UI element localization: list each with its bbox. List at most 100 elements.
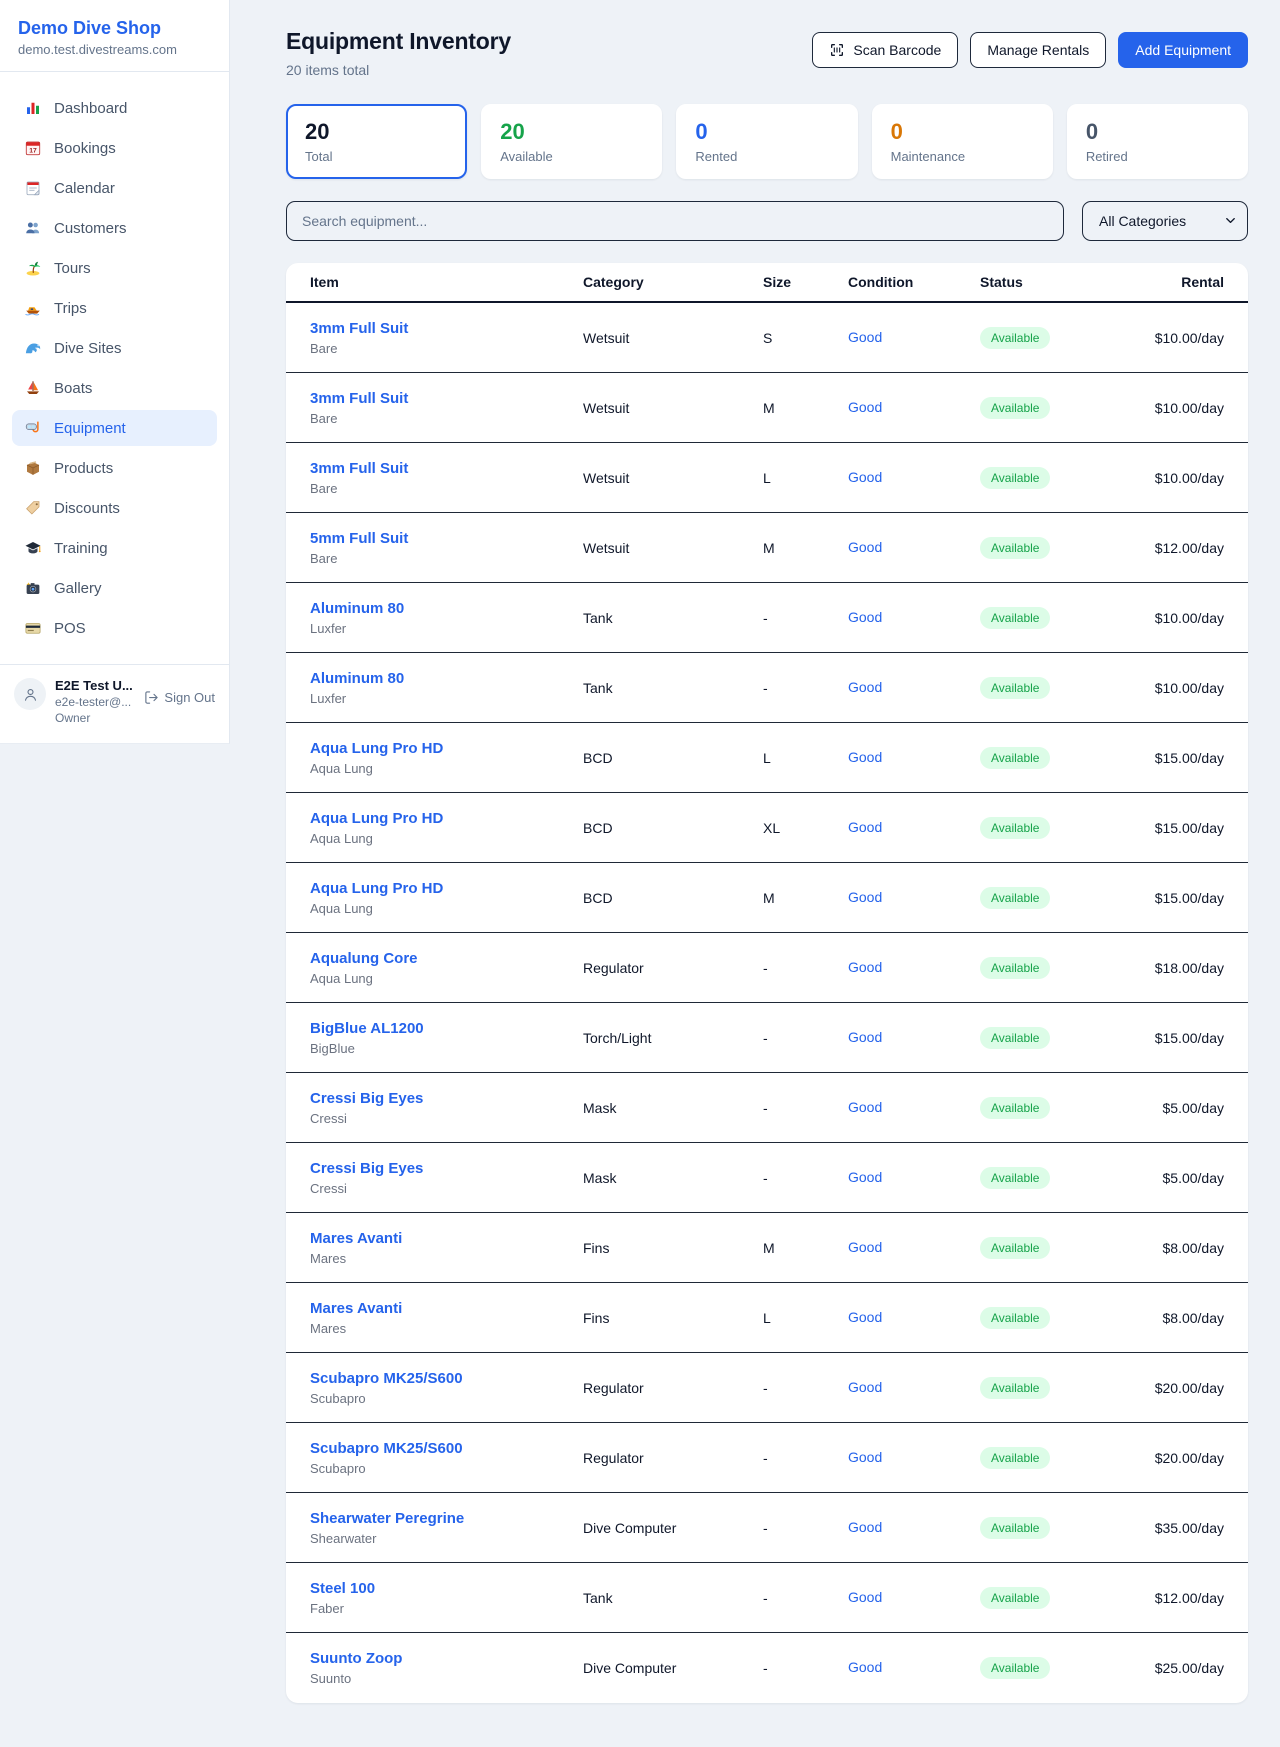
main-content: Equipment Inventory 20 items total Scan … — [230, 0, 1280, 1747]
condition-link[interactable]: Good — [848, 399, 882, 415]
sidebar-item-gallery[interactable]: Gallery — [12, 570, 217, 606]
item-name-link[interactable]: Suunto Zoop — [310, 1650, 583, 1667]
condition-link[interactable]: Good — [848, 1519, 882, 1535]
condition-link[interactable]: Good — [848, 749, 882, 765]
item-name-link[interactable]: Mares Avanti — [310, 1230, 583, 1247]
discounts-icon — [24, 499, 42, 517]
condition-cell: Good — [848, 1379, 980, 1397]
sidebar-item-dashboard[interactable]: Dashboard — [12, 90, 217, 126]
item-brand: Bare — [310, 341, 583, 356]
sidebar-item-equipment[interactable]: Equipment — [12, 410, 217, 446]
sidebar-item-pos[interactable]: POS — [12, 610, 217, 646]
sidebar-item-boats[interactable]: Boats — [12, 370, 217, 406]
item-name-link[interactable]: Scubapro MK25/S600 — [310, 1370, 583, 1387]
brand-name[interactable]: Demo Dive Shop — [18, 18, 211, 39]
condition-link[interactable]: Good — [848, 1099, 882, 1115]
condition-link[interactable]: Good — [848, 329, 882, 345]
item-name-link[interactable]: Aluminum 80 — [310, 670, 583, 687]
search-input[interactable] — [286, 201, 1064, 241]
item-name-link[interactable]: Steel 100 — [310, 1580, 583, 1597]
condition-link[interactable]: Good — [848, 1589, 882, 1605]
category-cell: Tank — [583, 610, 763, 626]
table-row: 3mm Full Suit Bare Wetsuit M Good Availa… — [286, 373, 1248, 443]
item-cell: Scubapro MK25/S600 Scubapro — [310, 1370, 583, 1406]
item-name-link[interactable]: Cressi Big Eyes — [310, 1090, 583, 1107]
condition-link[interactable]: Good — [848, 1379, 882, 1395]
item-name-link[interactable]: Cressi Big Eyes — [310, 1160, 583, 1177]
item-name-link[interactable]: 5mm Full Suit — [310, 530, 583, 547]
sidebar-item-discounts[interactable]: Discounts — [12, 490, 217, 526]
stat-card-maintenance[interactable]: 0 Maintenance — [872, 104, 1053, 179]
item-name-link[interactable]: Aqua Lung Pro HD — [310, 810, 583, 827]
sidebar-item-customers[interactable]: Customers — [12, 210, 217, 246]
condition-link[interactable]: Good — [848, 609, 882, 625]
scan-barcode-button[interactable]: Scan Barcode — [812, 32, 958, 68]
item-name-link[interactable]: Aluminum 80 — [310, 600, 583, 617]
status-cell: Available — [980, 1587, 1140, 1609]
item-cell: Mares Avanti Mares — [310, 1230, 583, 1266]
stat-card-available[interactable]: 20 Available — [481, 104, 662, 179]
products-icon — [24, 459, 42, 477]
condition-link[interactable]: Good — [848, 959, 882, 975]
condition-link[interactable]: Good — [848, 539, 882, 555]
stats-row: 20 Total 20 Available 0 Rented 0 Mainten… — [286, 104, 1248, 179]
item-name-link[interactable]: Scubapro MK25/S600 — [310, 1440, 583, 1457]
item-name-link[interactable]: Aqua Lung Pro HD — [310, 740, 583, 757]
item-name-link[interactable]: Aqualung Core — [310, 950, 583, 967]
stat-card-total[interactable]: 20 Total — [286, 104, 467, 179]
item-name-link[interactable]: 3mm Full Suit — [310, 320, 583, 337]
page-header-text: Equipment Inventory 20 items total — [286, 28, 511, 78]
condition-link[interactable]: Good — [848, 469, 882, 485]
item-brand: Aqua Lung — [310, 831, 583, 846]
condition-link[interactable]: Good — [848, 819, 882, 835]
condition-link[interactable]: Good — [848, 1029, 882, 1045]
sidebar-item-dive-sites[interactable]: Dive Sites — [12, 330, 217, 366]
condition-cell: Good — [848, 889, 980, 907]
category-cell: Dive Computer — [583, 1660, 763, 1676]
condition-cell: Good — [848, 469, 980, 487]
condition-link[interactable]: Good — [848, 679, 882, 695]
sidebar-item-tours[interactable]: Tours — [12, 250, 217, 286]
sidebar-item-bookings[interactable]: Bookings — [12, 130, 217, 166]
add-equipment-button[interactable]: Add Equipment — [1118, 32, 1248, 68]
item-name-link[interactable]: 3mm Full Suit — [310, 460, 583, 477]
stat-value: 0 — [695, 119, 838, 144]
equipment-table: Item Category Size Condition Status Rent… — [286, 263, 1248, 1703]
category-select[interactable]: All Categories — [1082, 201, 1248, 241]
item-name-link[interactable]: Mares Avanti — [310, 1300, 583, 1317]
page-title: Equipment Inventory — [286, 28, 511, 55]
item-brand: Mares — [310, 1251, 583, 1266]
category-cell: Fins — [583, 1240, 763, 1256]
stat-card-retired[interactable]: 0 Retired — [1067, 104, 1248, 179]
size-cell: M — [763, 1240, 848, 1256]
status-cell: Available — [980, 467, 1140, 489]
status-badge: Available — [980, 747, 1050, 769]
item-name-link[interactable]: Aqua Lung Pro HD — [310, 880, 583, 897]
sidebar-item-trips[interactable]: Trips — [12, 290, 217, 326]
stat-label: Total — [305, 149, 448, 164]
status-badge: Available — [980, 1237, 1050, 1259]
condition-link[interactable]: Good — [848, 1449, 882, 1465]
sign-out-button[interactable]: Sign Out — [144, 678, 215, 705]
status-cell: Available — [980, 887, 1140, 909]
condition-link[interactable]: Good — [848, 1239, 882, 1255]
item-name-link[interactable]: Shearwater Peregrine — [310, 1510, 583, 1527]
sidebar-item-training[interactable]: Training — [12, 530, 217, 566]
rental-cell: $10.00/day — [1140, 610, 1224, 626]
sidebar-item-products[interactable]: Products — [12, 450, 217, 486]
stat-card-rented[interactable]: 0 Rented — [676, 104, 857, 179]
calendar-icon — [24, 179, 42, 197]
condition-link[interactable]: Good — [848, 889, 882, 905]
manage-rentals-button[interactable]: Manage Rentals — [970, 32, 1106, 68]
condition-link[interactable]: Good — [848, 1169, 882, 1185]
sidebar-item-label: Calendar — [54, 180, 115, 197]
size-cell: - — [763, 1660, 848, 1676]
item-name-link[interactable]: 3mm Full Suit — [310, 390, 583, 407]
item-cell: Steel 100 Faber — [310, 1580, 583, 1616]
condition-link[interactable]: Good — [848, 1659, 882, 1675]
item-name-link[interactable]: BigBlue AL1200 — [310, 1020, 583, 1037]
column-header-status: Status — [980, 274, 1140, 290]
sidebar-item-calendar[interactable]: Calendar — [12, 170, 217, 206]
condition-link[interactable]: Good — [848, 1309, 882, 1325]
item-cell: Suunto Zoop Suunto — [310, 1650, 583, 1686]
